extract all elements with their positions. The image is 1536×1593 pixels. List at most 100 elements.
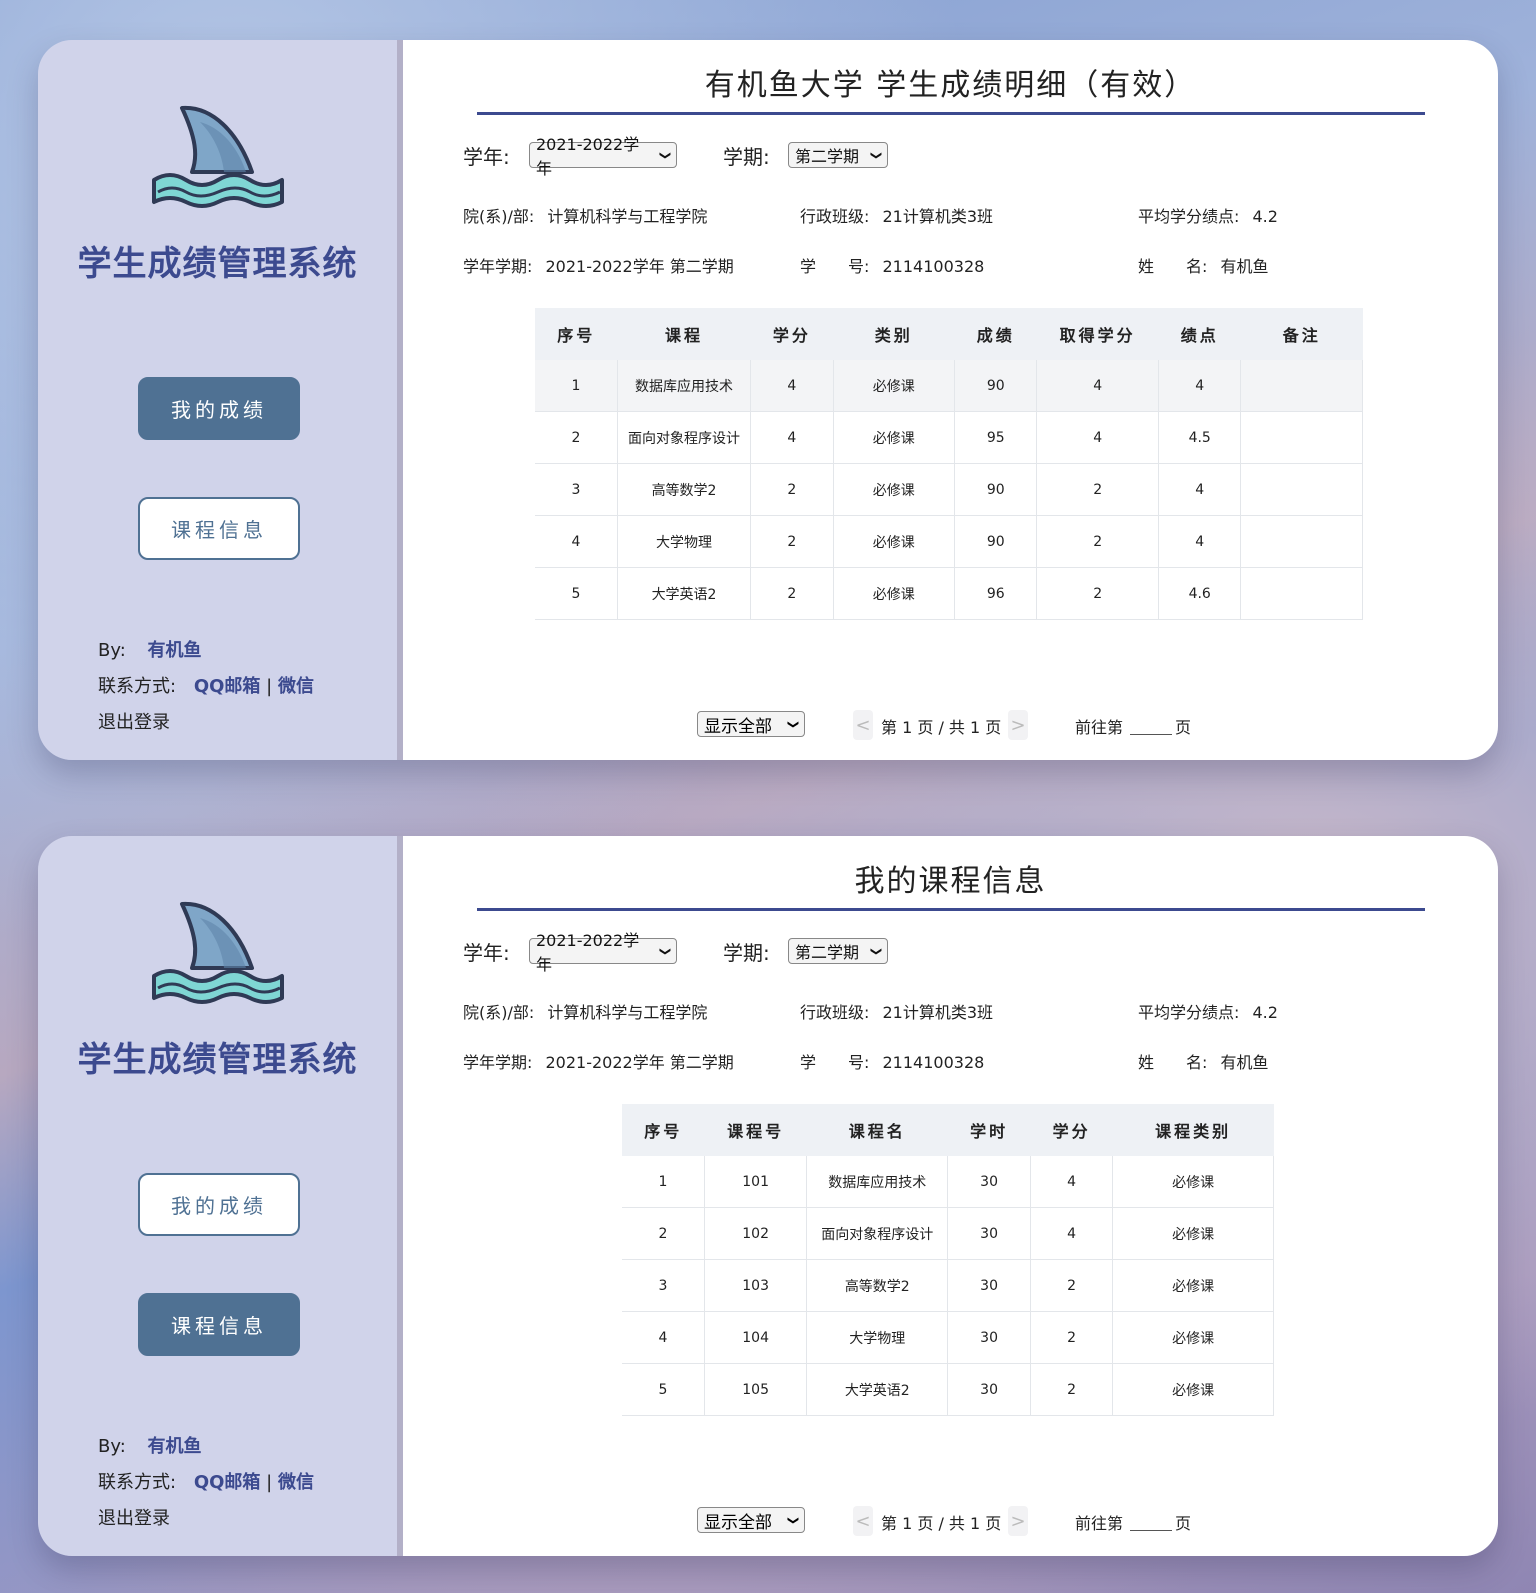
table-cell: 4 xyxy=(1158,463,1242,516)
table-cell: 必修课 xyxy=(833,515,956,568)
table-cell xyxy=(1240,360,1363,412)
table-cell: 101 xyxy=(704,1156,808,1208)
table-row: 5 105 大学英语2 30 2 必修课 xyxy=(622,1363,1274,1416)
class-label: 行政班级: xyxy=(800,1003,870,1022)
goto-page-input[interactable] xyxy=(1130,1508,1172,1531)
term-select-value: 第二学期 xyxy=(795,147,860,166)
table-cell: 4.6 xyxy=(1158,567,1242,620)
next-page-button[interactable]: > xyxy=(1008,1506,1028,1536)
goto-page-input[interactable] xyxy=(1130,712,1172,735)
table-cell: 105 xyxy=(704,1363,808,1416)
col-header: 学分 xyxy=(1030,1104,1113,1156)
title-divider xyxy=(477,908,1425,911)
dept-value: 计算机科学与工程学院 xyxy=(547,1003,708,1022)
goto-suffix: 页 xyxy=(1175,1514,1192,1533)
nav-my-grades-button[interactable]: 我的成绩 xyxy=(138,377,300,440)
contact-line: 联系方式: QQ邮箱 | 微信 xyxy=(98,672,314,698)
page-size-select[interactable]: 显示全部 ❯ xyxy=(697,1507,805,1533)
table-row: 2 面向对象程序设计 4 必修课 95 4 4.5 xyxy=(535,411,1363,464)
table-cell: 2 xyxy=(1030,1311,1114,1364)
main-panel: 有机鱼大学 学生成绩明细（有效） 学年: 2021-2022学年 ❯ 学期: 第… xyxy=(403,40,1498,760)
year-select[interactable]: 2021-2022学年 ❯ xyxy=(529,931,677,974)
table-row: 2 102 面向对象程序设计 30 4 必修课 xyxy=(622,1207,1274,1260)
chevron-down-icon: ❯ xyxy=(658,946,672,956)
table-cell: 必修课 xyxy=(1112,1311,1274,1364)
student-name-label: 姓 名: xyxy=(1138,257,1208,276)
nav-course-info-button[interactable]: 课程信息 xyxy=(138,1293,300,1356)
student-id-value: 2114100328 xyxy=(882,257,985,276)
logout-link[interactable]: 退出登录 xyxy=(98,708,170,734)
chevron-down-icon: ❯ xyxy=(786,719,800,729)
table-cell: 4 xyxy=(750,411,834,464)
table-row: 4 104 大学物理 30 2 必修课 xyxy=(622,1311,1274,1364)
table-cell: 大学物理 xyxy=(617,515,752,568)
page-size-select[interactable]: 显示全部 ❯ xyxy=(697,711,805,737)
table-cell: 必修课 xyxy=(833,463,956,516)
nav-my-grades-button[interactable]: 我的成绩 xyxy=(138,1173,300,1236)
page-title: 我的课程信息 xyxy=(854,864,1047,899)
table-cell: 2 xyxy=(750,567,834,620)
gpa-label: 平均学分绩点: xyxy=(1138,1003,1240,1022)
wechat-link[interactable]: 微信 xyxy=(278,1472,314,1493)
class-value: 21计算机类3班 xyxy=(882,207,994,226)
shark-fin-logo-icon xyxy=(152,105,284,208)
table-cell: 4 xyxy=(1158,515,1242,568)
class-info: 行政班级: 21计算机类3班 xyxy=(800,999,993,1023)
title-divider xyxy=(477,112,1425,115)
dept-value: 计算机科学与工程学院 xyxy=(547,207,708,226)
table-cell: 数据库应用技术 xyxy=(806,1156,949,1208)
prev-page-button[interactable]: < xyxy=(853,710,873,740)
prev-page-button[interactable]: < xyxy=(853,1506,873,1536)
chevron-down-icon: ❯ xyxy=(658,150,672,160)
term-select[interactable]: 第二学期 ❯ xyxy=(788,938,888,964)
gpa-value: 4.2 xyxy=(1252,1003,1278,1022)
system-title: 学生成绩管理系统 xyxy=(77,244,358,284)
col-header: 课程 xyxy=(617,308,751,360)
logout-link[interactable]: 退出登录 xyxy=(98,1504,170,1530)
col-header: 序号 xyxy=(535,308,618,360)
year-select[interactable]: 2021-2022学年 ❯ xyxy=(529,135,677,178)
wechat-link[interactable]: 微信 xyxy=(278,676,314,697)
qq-mail-link[interactable]: QQ邮箱 xyxy=(194,1472,261,1493)
nav-course-info-button[interactable]: 课程信息 xyxy=(138,497,300,560)
student-id-info: 学 号: 2114100328 xyxy=(800,1049,984,1073)
class-label: 行政班级: xyxy=(800,207,870,226)
author-name: 有机鱼 xyxy=(147,1436,202,1457)
by-label: By: xyxy=(98,640,126,661)
col-header: 学分 xyxy=(750,308,834,360)
table-row: 3 103 高等数学2 30 2 必修课 xyxy=(622,1259,1274,1312)
student-name-value: 有机鱼 xyxy=(1220,1053,1269,1072)
page-title: 有机鱼大学 学生成绩明细（有效） xyxy=(704,68,1197,103)
table-cell: 2 xyxy=(535,411,618,464)
table-cell: 3 xyxy=(535,463,618,516)
contact-label: 联系方式: xyxy=(98,1472,177,1493)
table-cell: 大学英语2 xyxy=(806,1363,949,1416)
author-line: By: 有机鱼 xyxy=(98,1432,202,1458)
term-label: 学期: xyxy=(723,145,770,169)
table-cell: 大学物理 xyxy=(806,1311,949,1364)
courses-card: 学生成绩管理系统 我的成绩 课程信息 By: 有机鱼 联系方式: QQ邮箱 | … xyxy=(38,836,1498,1556)
table-cell: 90 xyxy=(954,360,1038,412)
student-name-value: 有机鱼 xyxy=(1220,257,1269,276)
term-select[interactable]: 第二学期 ❯ xyxy=(788,142,888,168)
qq-mail-link[interactable]: QQ邮箱 xyxy=(194,676,261,697)
grades-card: 学生成绩管理系统 我的成绩 课程信息 By: 有机鱼 联系方式: QQ邮箱 | … xyxy=(38,40,1498,760)
gpa-info: 平均学分绩点: 4.2 xyxy=(1138,999,1278,1023)
sidebar: 学生成绩管理系统 我的成绩 课程信息 By: 有机鱼 联系方式: QQ邮箱 | … xyxy=(38,836,403,1556)
year-select-value: 2021-2022学年 xyxy=(536,135,640,178)
table-cell: 30 xyxy=(947,1311,1031,1364)
term-info-value: 2021-2022学年 第二学期 xyxy=(545,1053,734,1072)
table-cell: 必修课 xyxy=(833,567,956,620)
col-header: 课程类别 xyxy=(1112,1104,1274,1156)
student-name-info: 姓 名: 有机鱼 xyxy=(1138,1049,1269,1073)
page-size-value: 显示全部 xyxy=(704,1512,772,1533)
by-label: By: xyxy=(98,1436,126,1457)
next-page-button[interactable]: > xyxy=(1008,710,1028,740)
table-row: 4 大学物理 2 必修课 90 2 4 xyxy=(535,515,1363,568)
gpa-value: 4.2 xyxy=(1252,207,1278,226)
table-cell: 90 xyxy=(954,515,1038,568)
year-label: 学年: xyxy=(463,145,510,169)
year-select-value: 2021-2022学年 xyxy=(536,931,640,974)
table-cell xyxy=(1240,463,1363,516)
col-header: 绩点 xyxy=(1158,308,1241,360)
